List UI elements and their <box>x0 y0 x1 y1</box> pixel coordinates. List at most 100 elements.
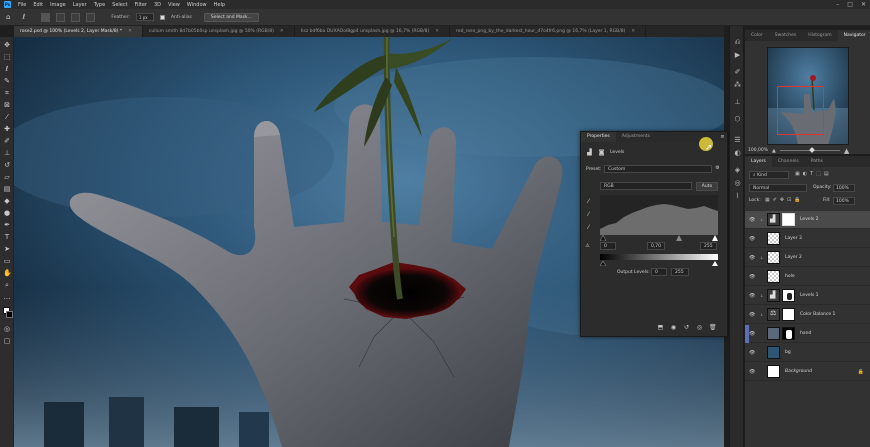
visibility-eye-icon[interactable]: 👁 <box>749 350 758 356</box>
brush-tool-icon[interactable]: ✐ <box>3 137 11 145</box>
home-icon[interactable]: ⌂ <box>6 13 10 21</box>
history-brush-tool-icon[interactable]: ↺ <box>3 161 11 169</box>
zoom-tool-icon[interactable]: ⌕ <box>3 281 11 289</box>
layer-row-hole[interactable]: 👁 hole <box>745 268 870 286</box>
view-previous-state-icon[interactable]: ◉ <box>670 324 677 331</box>
reset-icon[interactable]: ↺ <box>683 324 690 331</box>
marquee-tool-icon[interactable]: ⬚ <box>3 53 11 61</box>
panel-menu-icon[interactable]: ≡ <box>719 134 726 141</box>
tab-channels[interactable]: Channels <box>772 156 805 167</box>
layer-row-layer-2[interactable]: 👁 ↓ Layer 2 <box>745 249 870 267</box>
dodge-tool-icon[interactable]: ● <box>3 209 11 217</box>
quick-mask-icon[interactable]: ◎ <box>3 325 11 333</box>
lasso-tool-icon[interactable]: ℓ <box>3 65 11 73</box>
clip-to-layer-icon[interactable]: ⬒ <box>657 324 664 331</box>
path-selection-tool-icon[interactable]: ➤ <box>3 245 11 253</box>
frame-tool-icon[interactable]: ⊠ <box>3 101 11 109</box>
actions-icon[interactable]: ▶ <box>733 51 742 60</box>
opacity-field[interactable]: 100% <box>833 184 855 192</box>
zoom-slider[interactable] <box>779 147 840 153</box>
visibility-eye-icon[interactable]: 👁 <box>749 293 758 299</box>
quick-select-tool-icon[interactable]: ✎ <box>3 77 11 85</box>
input-white-field[interactable]: 255 <box>700 242 717 250</box>
gray-point-eyedropper-icon[interactable]: ⁄ <box>585 211 592 218</box>
new-selection-button[interactable] <box>41 12 51 22</box>
feather-field[interactable]: 1 px <box>135 13 154 21</box>
tab-histogram[interactable]: Histogram <box>802 30 837 41</box>
tab-cullum-smith[interactable]: cullum smith 8d7b05b0sp unsplash.jpg @ 5… <box>143 26 295 37</box>
lasso-tool-preset-icon[interactable]: ℓ <box>22 13 25 21</box>
tab-properties[interactable]: Properties <box>581 132 616 142</box>
layer-row-layer-3[interactable]: 👁 Layer 3 <box>745 230 870 248</box>
tab-rose2[interactable]: rose2.psd @ 100% (Levels 2, Layer Mask/8… <box>14 26 143 37</box>
tab-hsz[interactable]: hsz bdf6ba DUXAOol8gp4 unsplash.jpg @ 16… <box>295 26 451 37</box>
clone-stamp-tool-icon[interactable]: ⊥ <box>3 149 11 157</box>
pen-tool-icon[interactable]: ✒ <box>3 221 11 229</box>
close-tab-icon[interactable]: ✕ <box>631 29 635 34</box>
add-to-selection-button[interactable] <box>56 12 66 22</box>
lock-icons[interactable]: ▦✐✥⊡🔒 <box>765 197 804 203</box>
maximize-icon[interactable]: □ <box>847 1 853 8</box>
preset-options-icon[interactable]: ⚙ <box>714 165 721 172</box>
more-tools-icon[interactable]: … <box>3 293 11 301</box>
select-and-mask-button[interactable]: Select and Mask... <box>203 12 259 22</box>
brush-settings-icon[interactable]: ✐ <box>733 68 742 77</box>
menu-window[interactable]: Window <box>187 2 207 8</box>
channel-dropdown[interactable]: RGB <box>600 182 692 190</box>
rectangle-tool-icon[interactable]: ▭ <box>3 257 11 265</box>
eyedropper-tool-icon[interactable]: ⁄ <box>3 113 11 121</box>
layer-row-levels-2[interactable]: 👁 ↓ ▟ Levels 2 <box>745 211 870 229</box>
menu-filter[interactable]: Filter <box>135 2 147 8</box>
intersect-selection-button[interactable] <box>86 12 96 22</box>
zoom-value[interactable]: 100,00% <box>748 148 768 153</box>
blend-mode-dropdown[interactable]: Normal <box>749 184 807 192</box>
move-tool-icon[interactable]: ✥ <box>3 41 11 49</box>
visibility-eye-icon[interactable]: 👁 <box>749 331 758 337</box>
visibility-eye-icon[interactable]: 👁 <box>749 255 758 261</box>
hand-tool-icon[interactable]: ✋ <box>3 269 12 277</box>
antialias-checkbox[interactable] <box>159 14 165 20</box>
eraser-tool-icon[interactable]: ▱ <box>3 173 11 181</box>
menu-3d[interactable]: 3D <box>154 2 161 8</box>
zoom-out-icon[interactable]: ▲ <box>772 148 776 154</box>
zoom-slider-thumb[interactable] <box>809 147 815 153</box>
healing-brush-tool-icon[interactable]: ✚ <box>3 125 11 133</box>
menu-layer[interactable]: Layer <box>73 2 87 8</box>
menu-select[interactable]: Select <box>112 2 127 8</box>
menu-image[interactable]: Image <box>50 2 66 8</box>
layer-row-hand[interactable]: 👁 hand <box>745 324 870 343</box>
input-black-field[interactable]: 0 <box>600 242 616 250</box>
output-gradient-bar[interactable] <box>600 254 718 266</box>
tab-red-rose[interactable]: red_rose_png_by_the_darkest_hour_d7o4fr6… <box>450 26 647 37</box>
output-black-field[interactable]: 0 <box>651 268 667 276</box>
visibility-eye-icon[interactable]: 👁 <box>749 274 758 280</box>
input-levels-slider[interactable] <box>600 235 718 241</box>
visibility-eye-icon[interactable]: 👁 <box>749 369 758 375</box>
delete-adjustment-icon[interactable]: 🗑 <box>709 324 717 331</box>
paths-panel-icon[interactable]: ⌇ <box>733 192 742 201</box>
menu-view[interactable]: View <box>168 2 180 8</box>
layer-filter-icons[interactable]: ▣◐T⬚▤ <box>795 171 832 177</box>
menu-edit[interactable]: Edit <box>33 2 43 8</box>
background-color-swatch[interactable] <box>6 311 13 318</box>
visibility-eye-icon[interactable]: 👁 <box>749 312 758 318</box>
black-point-eyedropper-icon[interactable]: ⁄ <box>585 198 592 205</box>
properties-panel-icon[interactable]: ☰ <box>733 136 742 145</box>
layers-panel-icon[interactable]: ◈ <box>733 166 742 175</box>
white-point-eyedropper-icon[interactable]: ⁄ <box>585 224 592 231</box>
close-icon[interactable]: ✕ <box>861 1 866 8</box>
layer-row-background[interactable]: 👁 Background 🔒 <box>745 363 870 381</box>
layer-mask-thumbnail[interactable] <box>782 289 795 302</box>
preset-dropdown[interactable]: Custom <box>604 165 712 173</box>
layer-mask-thumbnail[interactable] <box>782 308 795 321</box>
menu-type[interactable]: Type <box>94 2 105 8</box>
menu-file[interactable]: File <box>18 2 26 8</box>
layer-mask-thumbnail[interactable] <box>782 327 795 340</box>
close-tab-icon[interactable]: ✕ <box>435 29 439 34</box>
subtract-from-selection-button[interactable] <box>71 12 81 22</box>
history-icon[interactable]: ⎌ <box>733 38 742 47</box>
mask-icon[interactable]: ◙ <box>598 149 605 156</box>
clone-source-icon[interactable]: ⊥ <box>733 98 742 107</box>
layer-mask-thumbnail[interactable] <box>782 213 795 226</box>
screen-mode-icon[interactable]: ▢ <box>3 337 11 345</box>
